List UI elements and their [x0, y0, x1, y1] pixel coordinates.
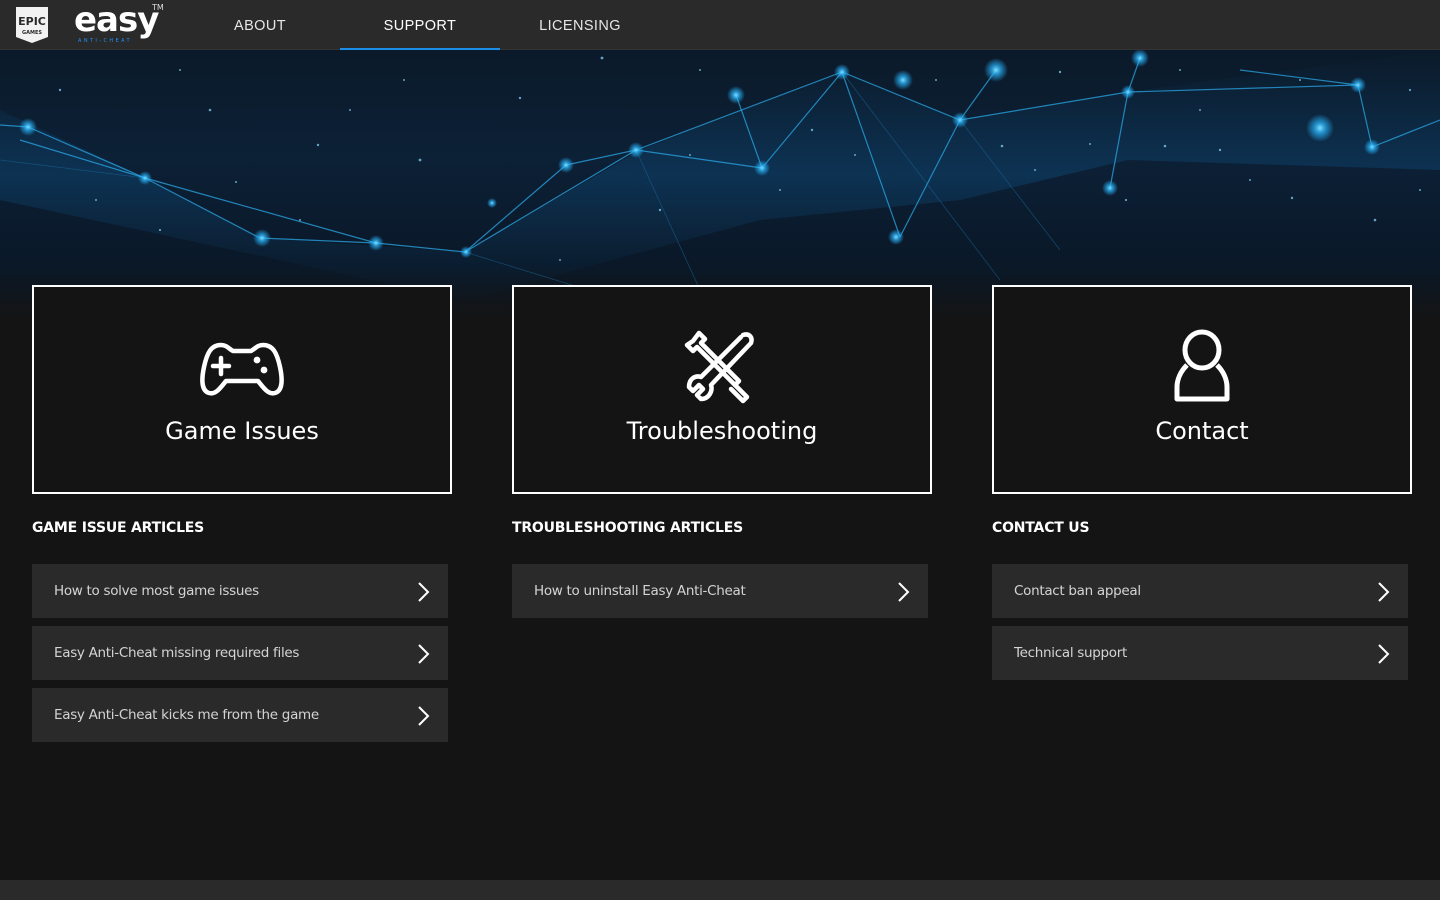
chevron-right-icon: [418, 582, 430, 602]
chevron-right-icon: [1378, 582, 1390, 602]
article-label: Easy Anti-Cheat kicks me from the game: [54, 707, 319, 723]
chevron-right-icon: [418, 644, 430, 664]
article-label: Easy Anti-Cheat missing required files: [54, 645, 300, 661]
easy-anti-cheat-logo[interactable]: easy TM ANTI-CHEAT: [74, 0, 166, 46]
chevron-right-icon: [1378, 644, 1390, 664]
article-link[interactable]: How to solve most game issues: [32, 564, 448, 618]
article-label: How to solve most game issues: [54, 583, 259, 599]
article-label: How to uninstall Easy Anti-Cheat: [534, 583, 746, 599]
top-nav: EPIC GAMES easy TM ANTI-CHEAT ABOUT SUPP…: [0, 0, 1440, 50]
card-troubleshooting[interactable]: Troubleshooting: [512, 285, 932, 494]
tools-icon: [684, 330, 754, 404]
hero-banner: [0, 50, 1440, 320]
article-link[interactable]: Technical support: [992, 626, 1408, 680]
logo-trademark: TM: [152, 3, 164, 12]
nav-licensing[interactable]: LICENSING: [500, 0, 660, 50]
article-label: Technical support: [1014, 645, 1128, 661]
article-link[interactable]: Contact ban appeal: [992, 564, 1408, 618]
chevron-right-icon: [898, 582, 910, 602]
card-title: Troubleshooting: [626, 417, 818, 445]
footer-bar: [0, 880, 1440, 900]
article-link[interactable]: How to uninstall Easy Anti-Cheat: [512, 564, 928, 618]
section-heading-contact: CONTACT US: [992, 520, 1090, 536]
gamepad-icon: [200, 342, 284, 396]
logo-wordmark: easy: [74, 0, 159, 40]
logo-subtitle: ANTI-CHEAT: [78, 38, 132, 44]
user-icon: [1174, 329, 1230, 402]
nav-about[interactable]: ABOUT: [180, 0, 340, 50]
epic-logo-text-bottom: GAMES: [22, 30, 42, 36]
epic-games-logo[interactable]: EPIC GAMES: [14, 5, 50, 45]
nav-support[interactable]: SUPPORT: [340, 0, 500, 50]
article-label: Contact ban appeal: [1014, 583, 1141, 599]
epic-logo-text-top: EPIC: [18, 15, 46, 28]
card-title: Contact: [1155, 417, 1249, 445]
card-game-issues[interactable]: Game Issues: [32, 285, 452, 494]
article-link[interactable]: Easy Anti-Cheat kicks me from the game: [32, 688, 448, 742]
section-heading-troubleshooting: TROUBLESHOOTING ARTICLES: [512, 520, 743, 536]
network-background-graphic: [0, 50, 1440, 301]
card-title: Game Issues: [165, 417, 319, 445]
card-contact[interactable]: Contact: [992, 285, 1412, 494]
article-link[interactable]: Easy Anti-Cheat missing required files: [32, 626, 448, 680]
chevron-right-icon: [418, 706, 430, 726]
section-heading-game-issues: GAME ISSUE ARTICLES: [32, 520, 205, 536]
